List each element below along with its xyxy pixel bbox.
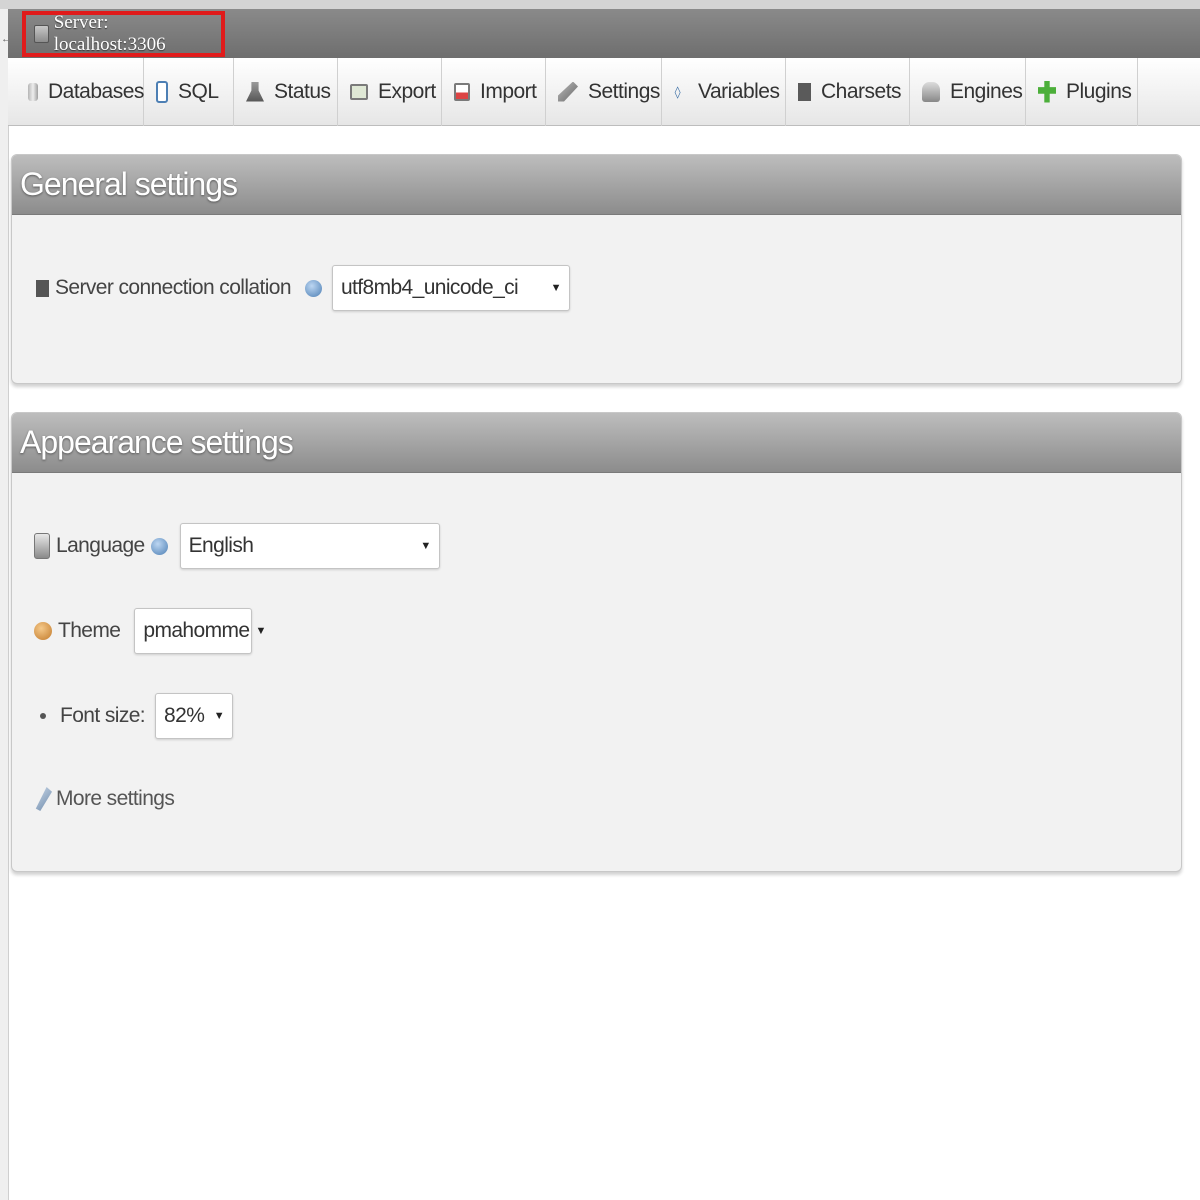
tab-engines[interactable]: Engines <box>910 57 1026 126</box>
sql-icon <box>156 80 168 103</box>
tab-variables-label: Variables <box>698 79 780 103</box>
bullet-icon <box>40 713 46 719</box>
tab-sql[interactable]: SQL <box>144 57 234 126</box>
window-top-strip <box>0 0 1200 9</box>
font-size-select-value: 82% <box>164 704 205 727</box>
help-icon[interactable] <box>304 279 322 297</box>
wrench-icon <box>35 787 52 811</box>
tab-variables[interactable]: ◊ Variables <box>662 57 786 126</box>
font-size-label: Font size: <box>60 704 146 727</box>
settings-icon <box>558 81 578 102</box>
more-settings-link[interactable]: More settings <box>56 787 175 811</box>
theme-select-value: pmahomme <box>143 619 250 642</box>
collation-label: Server connection collation <box>55 276 292 299</box>
dropdown-arrow-icon: ▼ <box>255 625 266 637</box>
tab-status-label: Status <box>274 79 331 103</box>
import-icon <box>454 82 470 101</box>
navigation-panel-edge[interactable]: ← <box>0 9 12 1200</box>
theme-row: Theme pmahomme ▼ <box>34 608 266 654</box>
tab-settings-label: Settings <box>588 79 660 103</box>
tab-plugins-label: Plugins <box>1066 79 1132 103</box>
top-menu-tabs: Databases SQL Status Export Import Setti… <box>8 57 1200 126</box>
general-settings-title: General settings <box>12 155 1181 215</box>
language-row: Language English ▼ <box>34 523 440 569</box>
charsets-icon <box>798 82 811 101</box>
font-size-row: Font size: 82% ▼ <box>34 693 234 739</box>
tab-plugins[interactable]: Plugins <box>1026 57 1138 126</box>
plugins-icon <box>1038 80 1056 103</box>
language-label: Language <box>56 534 145 557</box>
collation-row: Server connection collation utf8mb4_unic… <box>36 265 570 311</box>
tab-status[interactable]: Status <box>234 57 338 126</box>
language-icon <box>34 533 50 559</box>
general-settings-panel: General settings Server connection colla… <box>11 154 1182 384</box>
theme-select[interactable]: pmahomme ▼ <box>134 608 266 654</box>
variables-icon: ◊ <box>674 84 681 99</box>
tab-databases[interactable]: Databases <box>16 57 144 126</box>
tab-engines-label: Engines <box>950 79 1023 103</box>
language-select[interactable]: English ▼ <box>179 523 440 569</box>
tab-export[interactable]: Export <box>338 57 442 126</box>
dropdown-arrow-icon: ▼ <box>213 710 225 722</box>
tab-export-label: Export <box>378 79 436 103</box>
breadcrumb: Server: localhost:3306 <box>8 9 1200 59</box>
language-select-value: English <box>188 534 254 557</box>
collation-select-value: utf8mb4_unicode_ci <box>340 276 519 299</box>
font-size-select[interactable]: 82% ▼ <box>155 693 234 739</box>
status-icon <box>246 81 264 102</box>
appearance-settings-title: Appearance settings <box>12 413 1181 473</box>
dropdown-arrow-icon: ▼ <box>550 282 562 294</box>
tab-settings[interactable]: Settings <box>546 57 662 126</box>
collation-select[interactable]: utf8mb4_unicode_ci ▼ <box>331 265 570 311</box>
collation-icon <box>36 279 49 297</box>
tab-import-label: Import <box>480 79 537 103</box>
appearance-settings-panel: Appearance settings Language English ▼ T… <box>11 412 1182 872</box>
tab-sql-label: SQL <box>178 79 219 103</box>
breadcrumb-server-label: Server: localhost:3306 <box>53 12 166 55</box>
theme-label: Theme <box>58 619 121 642</box>
more-settings-row[interactable]: More settings <box>34 787 175 811</box>
engines-icon <box>922 81 940 102</box>
dropdown-arrow-icon: ▼ <box>420 540 431 552</box>
database-icon <box>28 82 38 101</box>
help-icon[interactable] <box>150 537 168 555</box>
server-icon <box>34 25 49 43</box>
tab-import[interactable]: Import <box>442 57 546 126</box>
tab-charsets[interactable]: Charsets <box>786 57 910 126</box>
theme-icon <box>34 622 52 640</box>
tab-databases-label: Databases <box>48 79 144 103</box>
export-icon <box>350 83 368 100</box>
tab-charsets-label: Charsets <box>821 79 902 103</box>
breadcrumb-server-link[interactable]: Server: localhost:3306 <box>22 11 225 57</box>
